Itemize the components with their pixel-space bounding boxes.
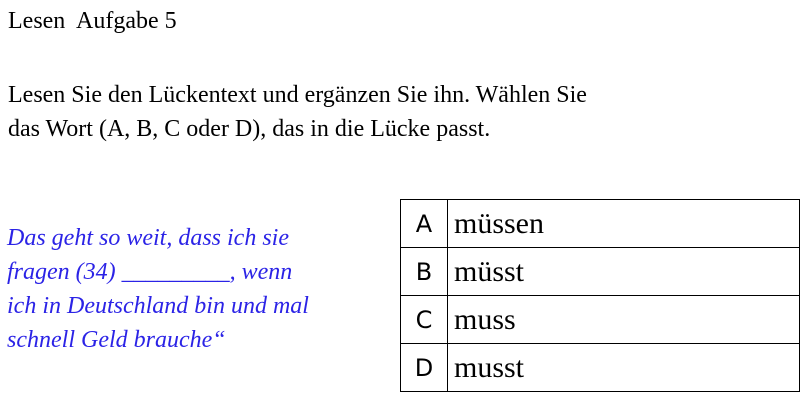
option-word[interactable]: muss	[447, 295, 800, 344]
option-letter[interactable]: C	[400, 295, 448, 344]
passage-line-2: fragen (34) _________, wenn	[7, 259, 293, 285]
option-row-c[interactable]: C muss	[400, 295, 800, 344]
passage-line-1: Das geht so weit, dass ich sie	[7, 225, 289, 251]
passage-line-4: schnell Geld brauche“	[7, 327, 226, 353]
option-letter[interactable]: B	[400, 247, 448, 296]
task-label: Aufgabe 5	[76, 8, 177, 34]
option-letter[interactable]: A	[400, 199, 448, 248]
section-label: Lesen	[8, 8, 66, 34]
answer-options-table: A müssen B müsst C muss D musst	[400, 199, 800, 392]
instructions-line-1: Lesen Sie den Lückentext und ergänzen Si…	[8, 82, 587, 108]
option-row-a[interactable]: A müssen	[400, 199, 800, 248]
option-word[interactable]: musst	[447, 343, 800, 392]
option-word[interactable]: müsst	[447, 247, 800, 296]
instructions: Lesen Sie den Lückentext und ergänzen Si…	[8, 78, 788, 146]
option-word[interactable]: müssen	[447, 199, 800, 248]
gap-text-passage: Das geht so weit, dass ich sie fragen (3…	[7, 221, 397, 357]
passage-line-3: ich in Deutschland bin und mal	[7, 293, 309, 319]
option-letter[interactable]: D	[400, 343, 448, 392]
page-header: Lesen Aufgabe 5	[8, 6, 177, 36]
option-row-b[interactable]: B müsst	[400, 247, 800, 296]
option-row-d[interactable]: D musst	[400, 343, 800, 392]
instructions-line-2: das Wort (A, B, C oder D), das in die Lü…	[8, 116, 491, 142]
